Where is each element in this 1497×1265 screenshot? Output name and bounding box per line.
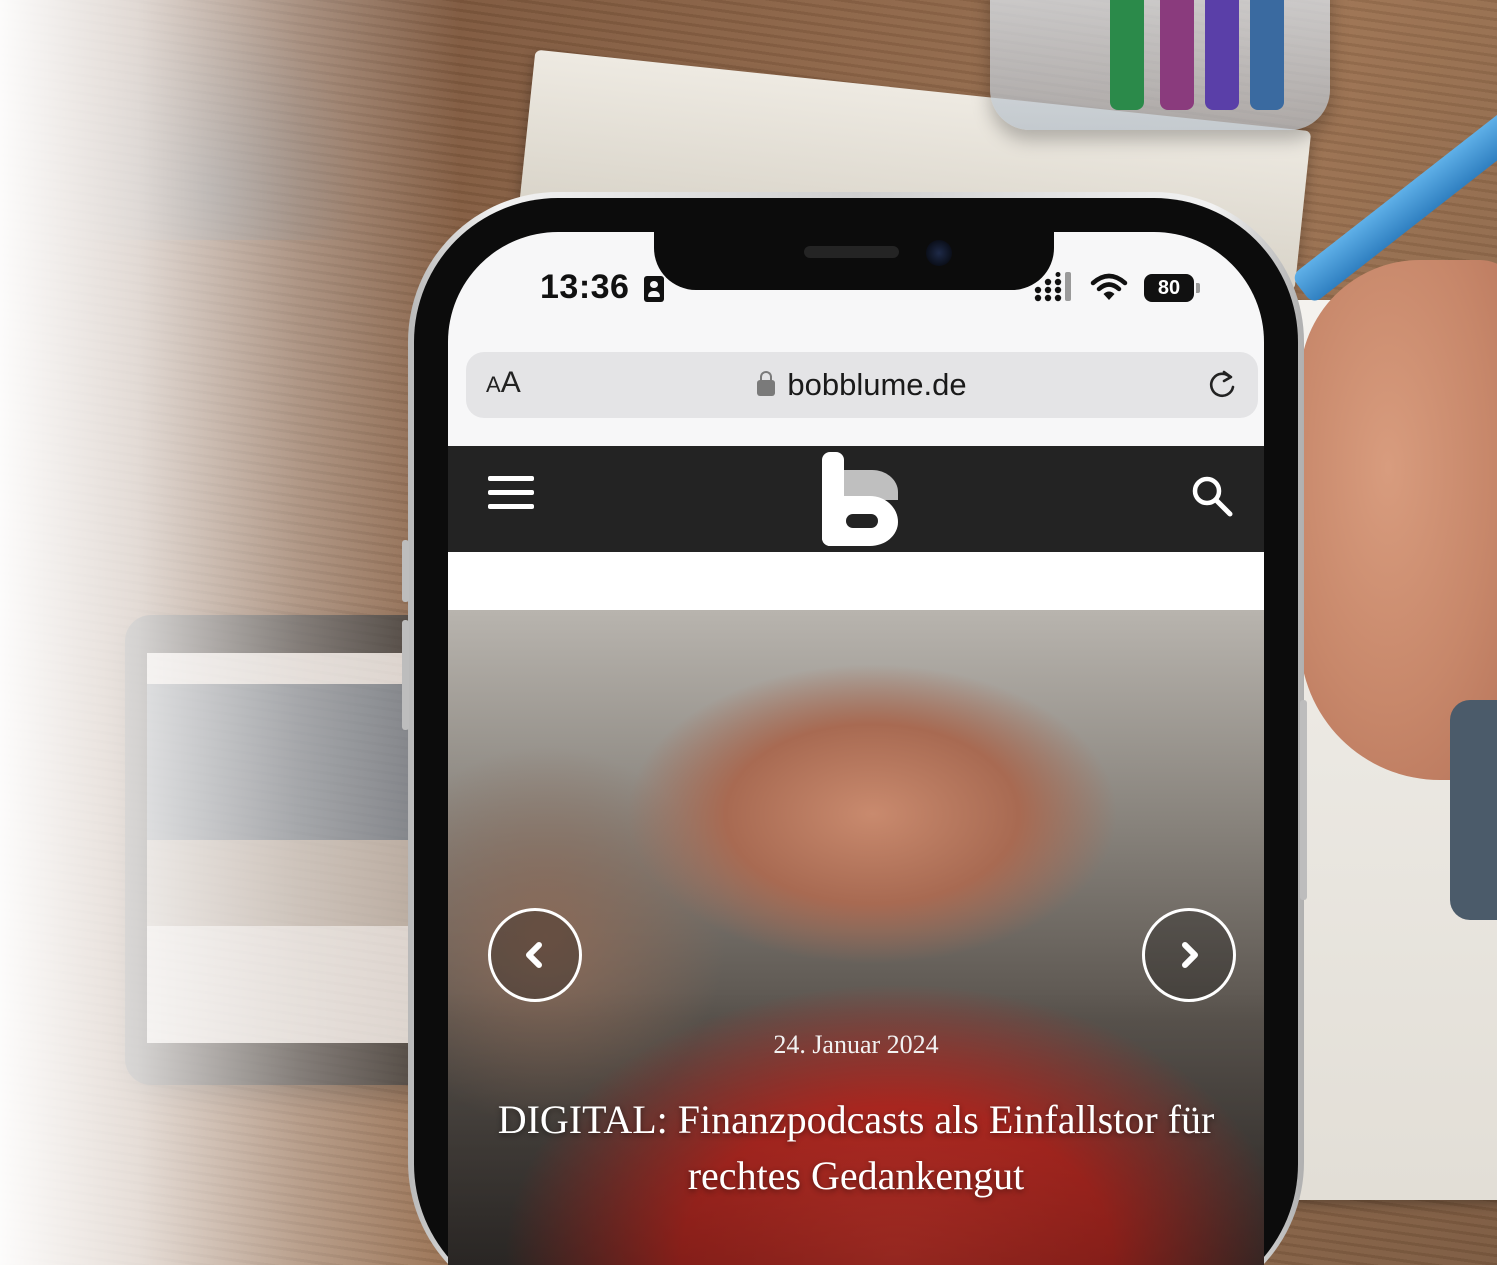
status-time: 13:36: [540, 268, 630, 306]
article-date: 24. Januar 2024: [773, 1030, 939, 1059]
phone-side-button: [402, 620, 409, 730]
marker-photo: [1160, 0, 1194, 110]
marker-photo: [1110, 0, 1144, 110]
site-header: [448, 446, 1264, 552]
article-title[interactable]: DIGITAL: Finanzpodcasts als Einfallstor …: [488, 1092, 1224, 1204]
address-bar[interactable]: AA bobblume.de: [466, 352, 1258, 418]
slider-prev-button[interactable]: [488, 908, 582, 1002]
wifi-icon: [1090, 273, 1128, 300]
url-display[interactable]: bobblume.de: [466, 352, 1258, 418]
id-card-icon: [644, 276, 664, 302]
sleeve-photo: [1450, 700, 1497, 920]
url-text: bobblume.de: [787, 367, 967, 402]
battery-tip: [1196, 283, 1200, 293]
battery-indicator: 80: [1144, 274, 1200, 302]
desk-background: 13:36 80 AA bobblume.de 24. Januar 2024 …: [0, 0, 1497, 1265]
search-icon[interactable]: [1190, 474, 1234, 518]
content-spacer: [448, 552, 1264, 610]
menu-icon[interactable]: [488, 476, 536, 516]
phone-notch: [654, 232, 1054, 290]
white-fade-overlay: [0, 0, 460, 1265]
earpiece-speaker: [804, 246, 899, 258]
marker-photo: [1205, 0, 1239, 110]
reload-icon[interactable]: [1204, 367, 1240, 403]
chevron-right-icon: [1182, 942, 1198, 968]
battery-level: 80: [1144, 274, 1194, 302]
phone-screen: 13:36 80 AA bobblume.de 24. Januar 2024 …: [448, 232, 1264, 1265]
front-camera: [926, 240, 952, 266]
phone-power-button: [1300, 700, 1307, 900]
slider-next-button[interactable]: [1142, 908, 1236, 1002]
marker-photo: [1250, 0, 1284, 110]
featured-slider[interactable]: 24. Januar 2024 DIGITAL: Finanzpodcasts …: [448, 610, 1264, 1265]
signal-icon: [1034, 272, 1071, 302]
lock-icon: [757, 371, 776, 396]
site-logo[interactable]: [820, 450, 904, 548]
chevron-left-icon: [526, 942, 542, 968]
phone-side-button: [402, 540, 409, 602]
